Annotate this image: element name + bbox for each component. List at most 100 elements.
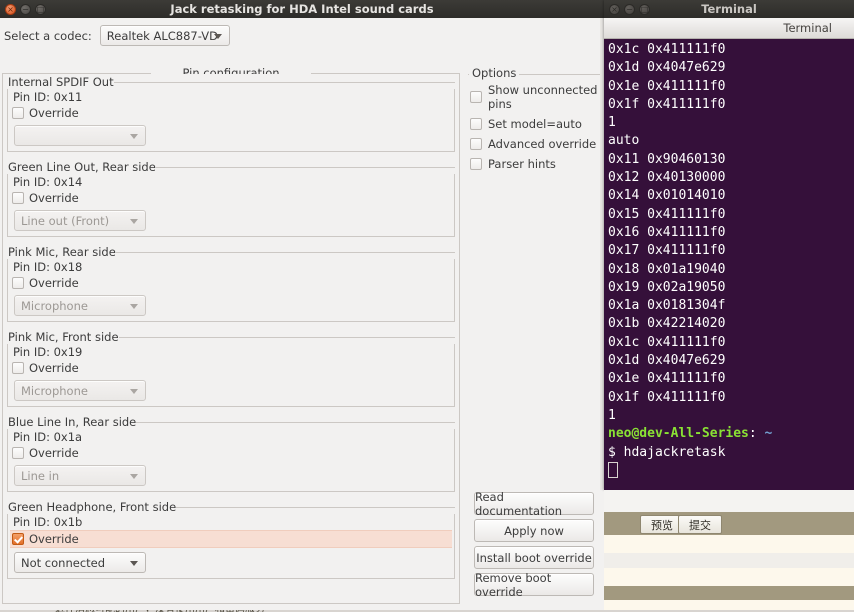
- terminal-line: 0x1e 0x411111f0: [608, 371, 726, 387]
- override-checkbox[interactable]: [12, 533, 24, 545]
- terminal-line: 0x1c 0x411111f0: [608, 42, 726, 57]
- minimize-icon[interactable]: −: [20, 3, 31, 15]
- terminal-line: 0x1a 0x0181304f: [608, 298, 726, 314]
- pin-group-title: Green Line Out, Rear side: [5, 159, 156, 174]
- override-checkbox[interactable]: [12, 447, 24, 459]
- advanced-override-checkbox[interactable]: [470, 138, 482, 150]
- pin-group: Green Headphone, Front side Pin ID: 0x1b…: [5, 499, 457, 585]
- option-parser-hints[interactable]: Parser hints: [470, 154, 600, 174]
- terminal-line: 0x15 0x411111f0: [608, 206, 726, 222]
- override-row[interactable]: Override: [10, 275, 452, 291]
- pin-group-box: Pin ID: 0x14 Override Line out (Front): [7, 174, 455, 237]
- override-checkbox[interactable]: [12, 192, 24, 204]
- terminal-line: 0x19 0x02a19050: [608, 279, 726, 295]
- terminal-command-line: $ hdajackretask: [608, 444, 726, 460]
- pin-id-label: Pin ID: 0x18: [13, 260, 83, 274]
- override-row[interactable]: Override: [10, 530, 452, 548]
- codec-selector-row: Select a codec: Realtek ALC887-VD: [0, 18, 604, 51]
- panes: Pin configuration Internal SPDIF Out Pin…: [0, 56, 604, 610]
- override-label: Override: [29, 532, 79, 546]
- pin-group: Blue Line In, Rear side Pin ID: 0x1a Ove…: [5, 414, 457, 498]
- read-documentation-button[interactable]: Read documentation: [474, 490, 594, 518]
- terminal-titlebar: × − □ Terminal: [604, 0, 854, 18]
- pin-group-box: Pin ID: 0x19 Override Microphone: [7, 344, 455, 407]
- terminal-line: 1: [608, 407, 616, 423]
- apply-now-button[interactable]: Apply now: [474, 519, 594, 542]
- web-fragment-band-3: [604, 568, 854, 586]
- option-advanced-override[interactable]: Advanced override: [470, 134, 600, 154]
- terminal-line: auto: [608, 133, 640, 149]
- options-pane: Options Show unconnected pins Set model=…: [466, 66, 600, 604]
- close-glyph: ×: [7, 4, 14, 14]
- option-set-model-auto[interactable]: Set model=auto: [470, 114, 600, 134]
- app-titlebar: × − □ Jack retasking for HDA Intel sound…: [0, 0, 604, 18]
- override-row[interactable]: Override: [10, 105, 452, 121]
- terminal-tabbar: Terminal: [604, 18, 854, 39]
- pin-function-select[interactable]: Not connected: [14, 552, 146, 573]
- maximize-icon[interactable]: □: [35, 3, 46, 15]
- action-buttons: Read documentation Apply now Install boo…: [474, 490, 594, 599]
- set-model-auto-checkbox[interactable]: [470, 118, 482, 130]
- chevron-down-icon: [130, 218, 138, 224]
- pin-group-box: Pin ID: 0x11 Override: [7, 89, 455, 152]
- options-legend: Options: [469, 66, 520, 80]
- option-show-unconnected-pins[interactable]: Show unconnected pins: [470, 80, 600, 114]
- chevron-down-icon: [213, 33, 222, 39]
- option-label: Advanced override: [488, 137, 597, 151]
- override-checkbox[interactable]: [12, 277, 24, 289]
- parser-hints-checkbox[interactable]: [470, 158, 482, 170]
- terminal-line: 0x1d 0x4047e629: [608, 60, 726, 76]
- terminal-line: 0x1f 0x411111f0: [608, 389, 726, 405]
- close-icon[interactable]: ×: [609, 3, 620, 15]
- pin-group: Green Line Out, Rear side Pin ID: 0x14 O…: [5, 159, 457, 243]
- override-label: Override: [29, 191, 79, 205]
- override-label: Override: [29, 361, 79, 375]
- pin-function-value: Line out (Front): [21, 213, 110, 228]
- maximize-icon[interactable]: □: [639, 3, 650, 15]
- pin-function-select[interactable]: Line out (Front): [14, 210, 146, 231]
- web-page-fragment: 预览 提交: [604, 490, 854, 610]
- terminal-line: 0x12 0x40130000: [608, 170, 726, 186]
- pin-group-title: Pink Mic, Rear side: [5, 244, 116, 259]
- close-glyph: ×: [611, 4, 618, 14]
- override-checkbox[interactable]: [12, 107, 24, 119]
- pin-group-title: Green Headphone, Front side: [5, 499, 177, 514]
- pin-id-label: Pin ID: 0x1b: [13, 515, 83, 529]
- override-row[interactable]: Override: [10, 360, 452, 376]
- web-fragment-band-4: [604, 586, 854, 600]
- web-fragment-top: [604, 490, 854, 512]
- override-checkbox[interactable]: [12, 362, 24, 374]
- maximize-glyph: □: [640, 4, 649, 14]
- web-fragment-band-5: [604, 600, 854, 610]
- pin-function-select[interactable]: Line in: [14, 465, 146, 486]
- close-icon[interactable]: ×: [5, 3, 16, 15]
- pin-function-select[interactable]: Microphone: [14, 380, 146, 401]
- pin-function-value: Not connected: [21, 555, 106, 570]
- web-fragment-band-2: [604, 553, 854, 568]
- override-row[interactable]: Override: [10, 190, 452, 206]
- pin-function-select[interactable]: [14, 125, 146, 146]
- minimize-icon[interactable]: −: [624, 3, 635, 15]
- terminal-prompt-line: neo@dev-All-Series: ~: [608, 425, 854, 443]
- tab-terminal[interactable]: Terminal: [783, 21, 832, 35]
- terminal-line: 0x1d 0x4047e629: [608, 353, 726, 369]
- options-list: Show unconnected pins Set model=auto Adv…: [470, 80, 600, 174]
- pin-configuration-list[interactable]: Internal SPDIF Out Pin ID: 0x11 Override: [3, 74, 459, 603]
- show-unconnected-pins-checkbox[interactable]: [470, 91, 482, 103]
- app-body: Select a codec: Realtek ALC887-VD Pin co…: [0, 18, 604, 610]
- pin-group: Pink Mic, Front side Pin ID: 0x19 Overri…: [5, 329, 457, 413]
- override-row[interactable]: Override: [10, 445, 452, 461]
- codec-label: Select a codec:: [4, 28, 92, 43]
- remove-boot-override-button[interactable]: Remove boot override: [474, 571, 594, 599]
- install-boot-override-button[interactable]: Install boot override: [474, 546, 594, 569]
- terminal-screen[interactable]: 0x1c 0x411111f0 0x1d 0x4047e629 0x1e 0x411…: [604, 39, 854, 490]
- app-title: Jack retasking for HDA Intel sound cards: [170, 2, 434, 16]
- terminal-line: 0x1f 0x411111f0: [608, 96, 726, 112]
- codec-select[interactable]: Realtek ALC887-VD: [99, 25, 230, 46]
- pin-function-select[interactable]: Microphone: [14, 295, 146, 316]
- chevron-down-icon: [130, 560, 138, 566]
- option-label: Show unconnected pins: [488, 83, 598, 111]
- option-label: Set model=auto: [488, 117, 582, 131]
- maximize-glyph: □: [36, 4, 45, 14]
- submit-button[interactable]: 提交: [678, 515, 722, 534]
